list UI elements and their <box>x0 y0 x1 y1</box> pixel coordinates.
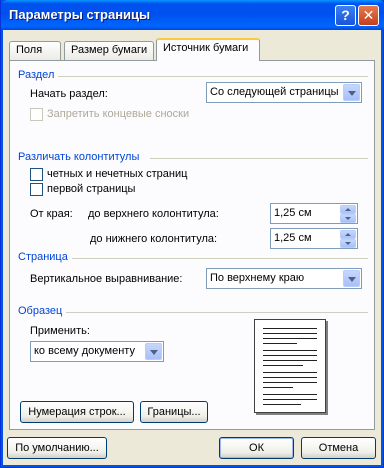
spin-up-icon[interactable] <box>340 230 356 239</box>
preview-line <box>263 350 317 351</box>
start-section-select[interactable]: Со следующей страницы <box>206 82 362 103</box>
start-section-label: Начать раздел: <box>30 88 108 100</box>
cancel-button[interactable]: Отмена <box>301 437 376 459</box>
start-section-value: Со следующей страницы <box>210 86 339 98</box>
preview-line <box>263 355 317 356</box>
tab-paper-size[interactable]: Размер бумаги <box>64 41 154 60</box>
footer-distance-value: 1,25 см <box>274 232 312 244</box>
preview-line <box>263 382 317 383</box>
section-title-page: Страница <box>18 251 68 263</box>
preview-line <box>263 365 303 366</box>
odd-even-checkbox[interactable] <box>30 168 43 181</box>
preview-line <box>263 360 317 361</box>
odd-even-label: четных и нечетных страниц <box>47 168 188 180</box>
section-title-headers: Различать колонтитулы <box>18 151 140 163</box>
section-divider <box>150 158 368 159</box>
preview-line <box>263 377 317 378</box>
tab-paper-source-label: Источник бумаги <box>163 42 249 54</box>
ok-button[interactable]: ОК <box>219 437 294 459</box>
preview-line <box>263 404 301 405</box>
spin-up-icon[interactable] <box>340 205 356 214</box>
chevron-down-icon[interactable] <box>343 84 360 101</box>
spin-down-icon[interactable] <box>340 239 356 248</box>
line-numbers-button[interactable]: Нумерация строк... <box>20 401 134 423</box>
footer-distance-spinner[interactable]: 1,25 см <box>270 228 358 249</box>
preview-line <box>263 394 317 395</box>
page-setup-dialog: Параметры страницы ? ✕ Поля Размер бумаг… <box>0 0 384 468</box>
footer-distance-label: до нижнего колонтитула: <box>90 233 218 245</box>
page-preview <box>254 319 326 413</box>
header-distance-label: до верхнего колонтитула: <box>88 208 219 220</box>
chevron-down-icon[interactable] <box>145 343 162 360</box>
close-button[interactable]: ✕ <box>358 5 379 26</box>
section-divider <box>58 76 368 77</box>
tab-margins-label: Поля <box>16 44 43 56</box>
tab-panel: Раздел Начать раздел: Со следующей стран… <box>9 60 375 430</box>
title-bar[interactable]: Параметры страницы ? ✕ <box>1 0 384 30</box>
section-divider <box>72 258 368 259</box>
tab-paper-source[interactable]: Источник бумаги <box>156 38 260 61</box>
apply-to-value: ко всему документу <box>34 345 135 357</box>
section-title-razdel: Раздел <box>18 69 55 81</box>
first-page-label: первой страницы <box>47 183 136 195</box>
suppress-endnotes-label: Запретить концевые сноски <box>47 108 190 120</box>
preview-line <box>263 399 317 400</box>
apply-to-select[interactable]: ко всему документу <box>30 341 164 362</box>
set-default-button[interactable]: По умолчанию... <box>7 437 107 459</box>
spin-down-icon[interactable] <box>340 214 356 223</box>
preview-line <box>263 387 293 388</box>
chevron-down-icon[interactable] <box>343 270 360 287</box>
tab-margins[interactable]: Поля <box>9 41 61 60</box>
header-distance-value: 1,25 см <box>274 207 312 219</box>
borders-button[interactable]: Границы... <box>140 401 208 423</box>
valign-select[interactable]: По верхнему краю <box>206 268 362 289</box>
header-distance-spinner[interactable]: 1,25 см <box>270 203 358 224</box>
apply-to-label: Применить: <box>30 325 90 337</box>
section-title-preview: Образец <box>18 305 63 317</box>
window-title: Параметры страницы <box>9 7 151 22</box>
preview-line <box>263 343 297 344</box>
preview-line <box>263 328 317 329</box>
from-edge-label: От края: <box>30 208 73 220</box>
first-page-checkbox[interactable] <box>30 183 43 196</box>
section-divider <box>66 312 368 313</box>
preview-line <box>263 372 317 373</box>
tab-paper-size-label: Размер бумаги <box>71 44 148 56</box>
valign-value: По верхнему краю <box>210 272 305 284</box>
help-button[interactable]: ? <box>335 5 356 26</box>
preview-line <box>263 338 317 339</box>
preview-line <box>263 333 317 334</box>
suppress-endnotes-checkbox[interactable] <box>30 108 43 121</box>
valign-label: Вертикальное выравнивание: <box>30 273 183 285</box>
